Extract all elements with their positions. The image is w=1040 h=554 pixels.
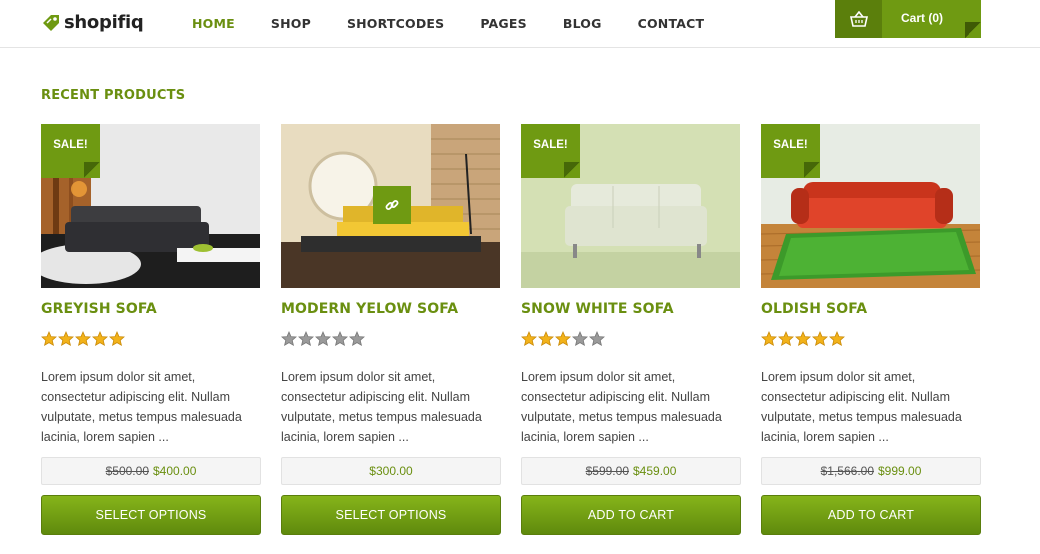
star-rating bbox=[41, 330, 261, 347]
star-empty-icon bbox=[572, 330, 589, 347]
price-box: $300.00 bbox=[281, 457, 501, 485]
star-filled-icon bbox=[41, 330, 58, 347]
star-filled-icon bbox=[812, 330, 829, 347]
nav-home[interactable]: HOME bbox=[192, 16, 235, 31]
link-button[interactable] bbox=[373, 186, 411, 224]
star-filled-icon bbox=[555, 330, 572, 347]
nav-contact[interactable]: CONTACT bbox=[638, 16, 705, 31]
nav-shop[interactable]: SHOP bbox=[271, 16, 311, 31]
star-filled-icon bbox=[58, 330, 75, 347]
old-price: $599.00 bbox=[585, 464, 629, 478]
nav-shortcodes[interactable]: SHORTCODES bbox=[347, 16, 444, 31]
current-price: $999.00 bbox=[878, 464, 922, 478]
star-empty-icon bbox=[281, 330, 298, 347]
main-nav: HOME SHOP SHORTCODES PAGES BLOG CONTACT bbox=[192, 16, 740, 31]
cart-label: Cart (0) bbox=[901, 11, 944, 25]
price-box: $1,566.00 $999.00 bbox=[761, 457, 981, 485]
star-rating bbox=[281, 330, 501, 347]
product-card: SALE! OLDISH SOFA Lorem ipsum dolor sit … bbox=[761, 124, 981, 535]
logo[interactable]: shopifiq bbox=[41, 12, 144, 33]
sale-badge-fold bbox=[84, 162, 100, 178]
add-to-cart-button[interactable]: ADD TO CART bbox=[521, 495, 741, 535]
star-filled-icon bbox=[538, 330, 555, 347]
star-filled-icon bbox=[761, 330, 778, 347]
product-card: SALE! GREYISH SOFA Lorem ipsum dolor sit… bbox=[41, 124, 261, 535]
select-options-button[interactable]: SELECT OPTIONS bbox=[281, 495, 501, 535]
product-card: MODERN YELOW SOFA Lorem ipsum dolor sit … bbox=[281, 124, 501, 535]
product-description: Lorem ipsum dolor sit amet, consectetur … bbox=[521, 370, 722, 444]
sale-badge: SALE! bbox=[521, 124, 580, 178]
current-price: $300.00 bbox=[369, 464, 413, 478]
star-empty-icon bbox=[589, 330, 606, 347]
tag-icon bbox=[41, 13, 61, 33]
product-title[interactable]: MODERN YELOW SOFA bbox=[281, 301, 501, 317]
old-price: $1,566.00 bbox=[820, 464, 874, 478]
current-price: $400.00 bbox=[153, 464, 197, 478]
product-description: Lorem ipsum dolor sit amet, consectetur … bbox=[41, 370, 242, 444]
add-to-cart-button[interactable]: ADD TO CART bbox=[761, 495, 981, 535]
cart-corner-fold bbox=[965, 22, 981, 38]
star-rating bbox=[761, 330, 981, 347]
star-filled-icon bbox=[109, 330, 126, 347]
select-options-button[interactable]: SELECT OPTIONS bbox=[41, 495, 261, 535]
star-filled-icon bbox=[795, 330, 812, 347]
product-image[interactable]: SALE! bbox=[761, 124, 980, 288]
sale-badge: SALE! bbox=[41, 124, 100, 178]
sale-badge-fold bbox=[564, 162, 580, 178]
product-description: Lorem ipsum dolor sit amet, consectetur … bbox=[281, 370, 482, 444]
product-description: Lorem ipsum dolor sit amet, consectetur … bbox=[761, 370, 962, 444]
section-title: RECENT PRODUCTS bbox=[41, 88, 186, 103]
star-empty-icon bbox=[298, 330, 315, 347]
product-image[interactable]: SALE! bbox=[521, 124, 740, 288]
cart-button[interactable]: Cart (0) bbox=[835, 0, 981, 38]
basket-icon bbox=[835, 0, 882, 38]
old-price: $500.00 bbox=[105, 464, 149, 478]
product-image[interactable] bbox=[281, 124, 500, 288]
brand-name: shopifiq bbox=[64, 12, 144, 33]
product-title[interactable]: GREYISH SOFA bbox=[41, 301, 261, 317]
star-filled-icon bbox=[75, 330, 92, 347]
product-image[interactable]: SALE! bbox=[41, 124, 260, 288]
price-box: $500.00 $400.00 bbox=[41, 457, 261, 485]
star-filled-icon bbox=[521, 330, 538, 347]
star-empty-icon bbox=[332, 330, 349, 347]
sale-badge-label: SALE! bbox=[533, 139, 568, 151]
star-empty-icon bbox=[349, 330, 366, 347]
star-filled-icon bbox=[829, 330, 846, 347]
nav-pages[interactable]: PAGES bbox=[480, 16, 527, 31]
star-empty-icon bbox=[315, 330, 332, 347]
sale-badge-label: SALE! bbox=[773, 139, 808, 151]
current-price: $459.00 bbox=[633, 464, 677, 478]
link-icon bbox=[384, 197, 400, 213]
product-title[interactable]: OLDISH SOFA bbox=[761, 301, 981, 317]
star-filled-icon bbox=[92, 330, 109, 347]
nav-blog[interactable]: BLOG bbox=[563, 16, 602, 31]
star-filled-icon bbox=[778, 330, 795, 347]
site-header: shopifiq HOME SHOP SHORTCODES PAGES BLOG… bbox=[0, 0, 1040, 48]
product-title[interactable]: SNOW WHITE SOFA bbox=[521, 301, 741, 317]
sale-badge: SALE! bbox=[761, 124, 820, 178]
sale-badge-fold bbox=[804, 162, 820, 178]
product-card: SALE! SNOW WHITE SOFA Lorem ipsum dolor … bbox=[521, 124, 741, 535]
price-box: $599.00 $459.00 bbox=[521, 457, 741, 485]
sale-badge-label: SALE! bbox=[53, 139, 88, 151]
star-rating bbox=[521, 330, 741, 347]
